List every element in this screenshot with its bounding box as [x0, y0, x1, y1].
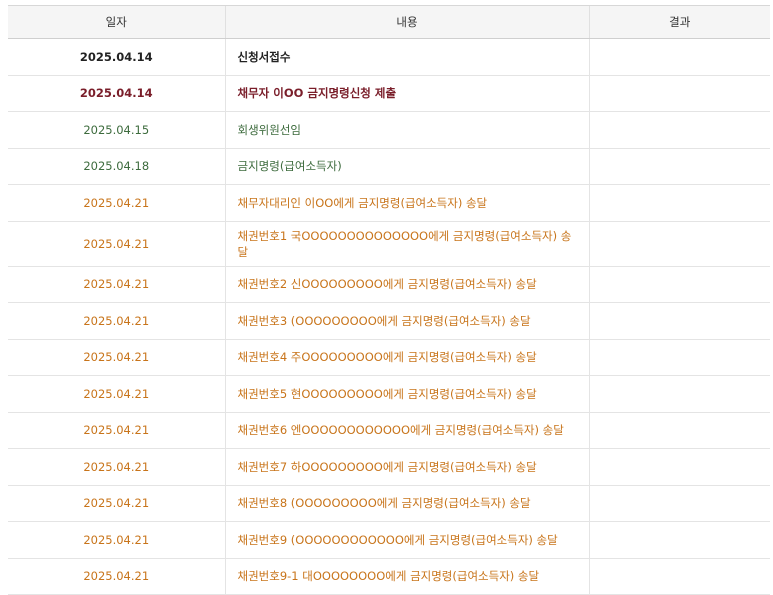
- row-date: 2025.04.18: [8, 148, 225, 185]
- row-date: 2025.04.14: [8, 75, 225, 112]
- column-header-result: 결과: [588, 5, 770, 39]
- table-row: 2025.04.21 채권번호7 하OOOOOOOOO에게 금지명령(급여소득자)…: [8, 448, 770, 486]
- table-row: 2025.04.15 회생위원선임: [8, 111, 770, 149]
- table-row: 2025.04.21 채권번호5 현OOOOOOOOO에게 금지명령(급여소득자)…: [8, 375, 770, 413]
- row-result: [588, 184, 770, 222]
- row-content: 채무자대리인 이OO에게 금지명령(급여소득자) 송달: [224, 184, 589, 222]
- column-header-content: 내용: [224, 5, 589, 39]
- table-row: 2025.04.21 채무자대리인 이OO에게 금지명령(급여소득자) 송달: [8, 184, 770, 222]
- row-date: 2025.04.21: [8, 521, 225, 559]
- row-date: 2025.04.21: [8, 375, 225, 413]
- row-content: 채권번호2 신OOOOOOOOO에게 금지명령(급여소득자) 송달: [224, 266, 589, 303]
- row-content: 채권번호5 현OOOOOOOOO에게 금지명령(급여소득자) 송달: [224, 375, 589, 413]
- row-result: [588, 558, 770, 595]
- table-row: 2025.04.14 신청서접수: [8, 38, 770, 76]
- table-body: 2025.04.14 신청서접수 2025.04.14 채무자 이OO 금지명령신청 …: [8, 38, 770, 595]
- row-content: 금지명령(급여소득자): [224, 148, 589, 185]
- table-row: 2025.04.21 채권번호1 국OOOOOOOOOOOOOO에게 금지명령(급…: [8, 221, 770, 267]
- row-result: [588, 485, 770, 522]
- table-row: 2025.04.21 채권번호9 (OOOOOOOOOOOO에게 금지명령(급여소…: [8, 521, 770, 559]
- row-result: [588, 339, 770, 376]
- row-date: 2025.04.15: [8, 111, 225, 149]
- row-content: 채권번호3 (OOOOOOOOO에게 금지명령(급여소득자) 송달: [224, 302, 589, 340]
- row-result: [588, 148, 770, 185]
- row-result: [588, 375, 770, 413]
- row-result: [588, 302, 770, 340]
- row-result: [588, 412, 770, 449]
- row-date: 2025.04.21: [8, 485, 225, 522]
- row-date: 2025.04.21: [8, 412, 225, 449]
- row-date: 2025.04.21: [8, 266, 225, 303]
- row-content: 채권번호4 주OOOOOOOOO에게 금지명령(급여소득자) 송달: [224, 339, 589, 376]
- row-content: 채권번호1 국OOOOOOOOOOOOOO에게 금지명령(급여소득자) 송달: [224, 221, 589, 267]
- row-content: 채권번호9-1 대OOOOOOOO에게 금지명령(급여소득자) 송달: [224, 558, 589, 595]
- row-content: 채권번호9 (OOOOOOOOOOOO에게 금지명령(급여소득자) 송달: [224, 521, 589, 559]
- row-date: 2025.04.21: [8, 448, 225, 486]
- table-row: 2025.04.18 금지명령(급여소득자): [8, 148, 770, 185]
- row-date: 2025.04.21: [8, 184, 225, 222]
- table-row: 2025.04.21 채권번호4 주OOOOOOOOO에게 금지명령(급여소득자)…: [8, 339, 770, 376]
- row-date: 2025.04.14: [8, 38, 225, 76]
- row-result: [588, 38, 770, 76]
- row-result: [588, 266, 770, 303]
- row-content: 채권번호6 엔OOOOOOOOOOOO에게 금지명령(급여소득자) 송달: [224, 412, 589, 449]
- table-row: 2025.04.21 채권번호2 신OOOOOOOOO에게 금지명령(급여소득자)…: [8, 266, 770, 303]
- row-date: 2025.04.21: [8, 221, 225, 267]
- row-date: 2025.04.21: [8, 339, 225, 376]
- table-row: 2025.04.21 채권번호8 (OOOOOOOOO에게 금지명령(급여소득자)…: [8, 485, 770, 522]
- row-content: 채무자 이OO 금지명령신청 제출: [224, 75, 589, 112]
- table-row: 2025.04.21 채권번호3 (OOOOOOOOO에게 금지명령(급여소득자)…: [8, 302, 770, 340]
- table-row: 2025.04.21 채권번호6 엔OOOOOOOOOOOO에게 금지명령(급여소…: [8, 412, 770, 449]
- column-header-date: 일자: [8, 5, 225, 39]
- row-result: [588, 221, 770, 267]
- case-progress-table: 일자 내용 결과 2025.04.14 신청서접수 2025.04.14 채무자 이O…: [8, 5, 770, 595]
- table-row: 2025.04.21 채권번호9-1 대OOOOOOOO에게 금지명령(급여소득자…: [8, 558, 770, 595]
- table-row: 2025.04.14 채무자 이OO 금지명령신청 제출: [8, 75, 770, 112]
- row-result: [588, 448, 770, 486]
- row-result: [588, 521, 770, 559]
- row-result: [588, 111, 770, 149]
- row-content: 회생위원선임: [224, 111, 589, 149]
- row-date: 2025.04.21: [8, 302, 225, 340]
- row-content: 채권번호8 (OOOOOOOOO에게 금지명령(급여소득자) 송달: [224, 485, 589, 522]
- row-result: [588, 75, 770, 112]
- header-row: 일자 내용 결과: [8, 5, 770, 39]
- row-content: 신청서접수: [224, 38, 589, 76]
- row-content: 채권번호7 하OOOOOOOOO에게 금지명령(급여소득자) 송달: [224, 448, 589, 486]
- row-date: 2025.04.21: [8, 558, 225, 595]
- table-header: 일자 내용 결과: [8, 5, 770, 39]
